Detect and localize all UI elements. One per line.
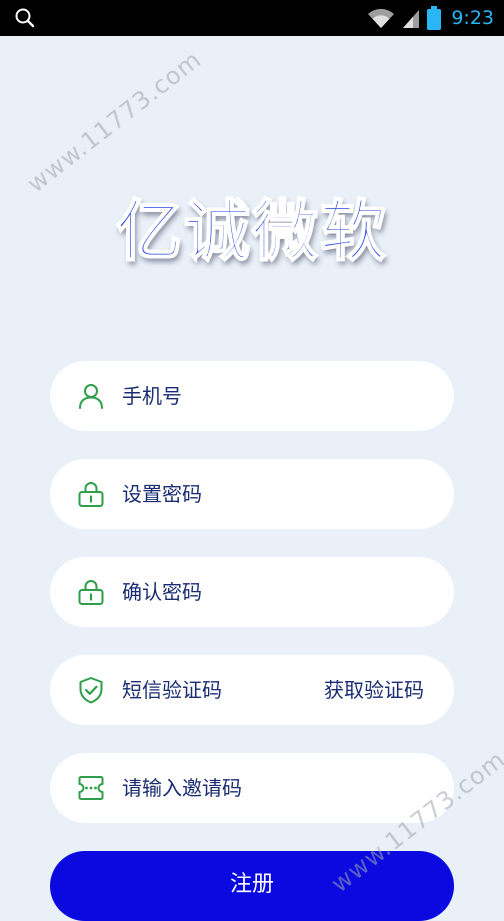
get-code-button[interactable]: 获取验证码 [324, 655, 424, 725]
set-password-input[interactable] [122, 459, 302, 529]
user-icon [79, 384, 103, 409]
status-time: 9:23 [451, 7, 494, 29]
phone-input[interactable] [122, 361, 302, 431]
status-icons: 9:23 [367, 4, 494, 32]
search-icon[interactable] [14, 7, 36, 29]
register-button[interactable]: 注册 [50, 851, 454, 921]
invite-code-field[interactable] [50, 753, 454, 823]
lock-icon [78, 580, 104, 605]
confirm-password-input[interactable] [122, 557, 302, 627]
confirm-password-field[interactable] [50, 557, 454, 627]
lock-icon [78, 482, 104, 507]
battery-icon [427, 6, 442, 30]
ticket-icon [78, 776, 104, 800]
shield-check-icon [79, 677, 103, 704]
set-password-field[interactable] [50, 459, 454, 529]
wifi-icon [368, 8, 395, 28]
sms-code-input[interactable] [122, 655, 302, 725]
cellular-signal-icon [403, 10, 420, 28]
status-bar: 9:23 [0, 0, 504, 36]
invite-code-input[interactable] [122, 753, 422, 823]
sms-code-field[interactable]: 获取验证码 [50, 655, 454, 725]
watermark-top: www.11773.com [22, 45, 207, 199]
app-logo-title: 亿诚微软 [115, 192, 388, 271]
phone-field[interactable] [50, 361, 454, 431]
